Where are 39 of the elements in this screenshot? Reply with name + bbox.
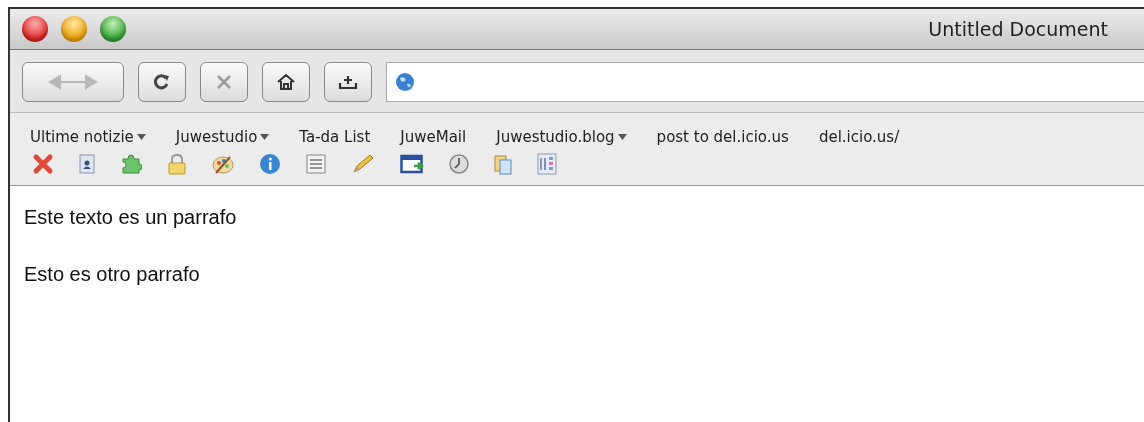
stop-button[interactable]: [200, 62, 248, 102]
reload-icon: [153, 73, 171, 91]
zoom-button[interactable]: [100, 16, 126, 42]
address-field[interactable]: [386, 62, 1144, 102]
puzzle-icon[interactable]: [120, 153, 142, 175]
bookmark-link[interactable]: JuweMail: [400, 123, 467, 151]
paragraph: Este texto es un parrafo: [24, 206, 238, 229]
reload-button[interactable]: [138, 62, 186, 102]
close-button[interactable]: [22, 16, 48, 42]
home-button[interactable]: [262, 62, 310, 102]
columns-icon[interactable]: [537, 153, 557, 175]
dropdown-triangle-icon[interactable]: [260, 133, 270, 141]
upload-icon: [338, 73, 358, 91]
pencil-icon[interactable]: [351, 153, 375, 175]
bookmark-link[interactable]: del.icio.us/: [818, 123, 900, 151]
dropdown-triangle-icon[interactable]: [617, 133, 627, 141]
dropdown-triangle-icon[interactable]: [136, 133, 146, 141]
clipboard-icon[interactable]: [494, 153, 512, 175]
clock-icon[interactable]: [449, 154, 469, 174]
window-title: Untitled Document: [928, 18, 1108, 40]
info-icon[interactable]: [259, 153, 281, 175]
contact-card-icon[interactable]: [79, 154, 95, 174]
back-forward-button[interactable]: [22, 62, 124, 102]
globe-icon: [395, 72, 415, 92]
upload-button[interactable]: [324, 62, 372, 102]
bookmark-link[interactable]: post to del.icio.us: [656, 123, 789, 151]
list-icon[interactable]: [306, 154, 326, 174]
bookmark-link[interactable]: Juwestudio: [175, 123, 270, 151]
bookmark-link[interactable]: Ultime notizie: [30, 123, 146, 151]
home-icon: [276, 73, 296, 91]
window-icon[interactable]: [400, 154, 424, 174]
paragraph: Esto es otro parrafo: [24, 263, 201, 286]
bookmark-link[interactable]: Juwestudio.blog: [496, 123, 627, 151]
palette-icon[interactable]: [212, 153, 234, 175]
bookmark-link[interactable]: Ta-da List: [299, 123, 371, 151]
lock-icon[interactable]: [167, 153, 187, 175]
minimize-button[interactable]: [61, 16, 87, 42]
close-icon[interactable]: [32, 153, 54, 175]
stop-icon: [215, 73, 233, 91]
